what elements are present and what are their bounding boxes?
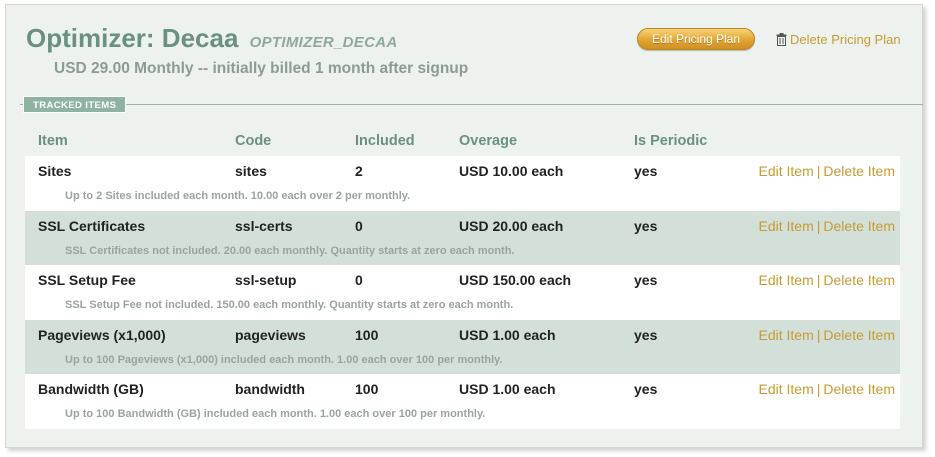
item-name: SSL Setup Fee [38,272,136,289]
plan-name: Optimizer: Decaa [26,23,239,53]
item-actions: Edit Item | Delete Item [759,327,895,343]
item-included: 100 [355,326,379,343]
item-name: Bandwidth (GB) [38,381,144,398]
item-actions: Edit Item | Delete Item [759,218,895,234]
table-row: Sites sites 2 USD 10.00 each yes Edit It… [25,156,900,211]
delete-item-link[interactable]: Delete Item [823,163,895,179]
edit-pricing-plan-button[interactable]: Edit Pricing Plan [637,28,755,50]
item-actions: Edit Item | Delete Item [759,381,895,397]
header-included: Included [355,133,415,149]
plan-code: OPTIMIZER_DECAA [249,34,398,51]
item-code: bandwidth [235,381,305,398]
item-overage: USD 20.00 each [459,217,564,234]
action-separator: | [816,272,821,289]
header-code: Code [235,133,272,149]
edit-item-link[interactable]: Edit Item [759,163,814,179]
item-actions: Edit Item | Delete Item [759,163,895,179]
edit-item-link[interactable]: Edit Item [759,218,814,234]
item-description: Up to 100 Pageviews (x1,000) included ea… [65,353,503,366]
item-actions: Edit Item | Delete Item [759,272,895,288]
delete-item-link[interactable]: Delete Item [823,381,895,397]
plan-subtitle: USD 29.00 Monthly -- initially billed 1 … [54,60,469,77]
item-overage: USD 1.00 each [459,326,556,343]
item-description: SSL Setup Fee not included. 150.00 each … [65,299,514,312]
item-code: sites [235,163,267,179]
delete-item-link[interactable]: Delete Item [823,327,895,343]
item-name: Sites [38,163,72,179]
plan-title: Optimizer: Decaa OPTIMIZER_DECAA [26,23,397,54]
item-overage: USD 150.00 each [459,272,572,289]
item-is-periodic: yes [634,272,658,289]
table-header: Item Code Included Overage Is Periodic [25,131,900,156]
item-is-periodic: yes [634,326,658,343]
action-separator: | [816,381,821,398]
header-is-periodic: Is Periodic [634,133,708,149]
item-name: Pageviews (x1,000) [38,326,166,343]
item-name: SSL Certificates [38,217,146,234]
delete-item-link[interactable]: Delete Item [823,218,895,234]
item-code: ssl-certs [235,217,293,234]
item-is-periodic: yes [634,217,658,234]
action-separator: | [816,217,821,234]
item-description: SSL Certificates not included. 20.00 eac… [65,244,515,257]
item-code: pageviews [235,326,306,343]
item-description: Up to 2 Sites included each month. 10.00… [65,190,411,202]
edit-item-link[interactable]: Edit Item [759,381,814,397]
section-divider [20,104,923,105]
item-is-periodic: yes [634,163,658,179]
item-overage: USD 1.00 each [459,381,556,398]
delete-pricing-plan-link[interactable]: Delete Pricing Plan [776,32,901,49]
section-label-tracked-items: TRACKED ITEMS [23,96,127,113]
item-overage: USD 10.00 each [459,163,564,179]
header-item: Item [38,133,68,149]
pricing-plan-panel: Optimizer: Decaa OPTIMIZER_DECAA USD 29.… [5,4,923,448]
table-row: Pageviews (x1,000) pageviews 100 USD 1.0… [25,319,900,375]
trash-icon [776,33,787,49]
action-separator: | [816,326,821,343]
delete-item-link[interactable]: Delete Item [823,272,895,288]
delete-pricing-plan-label: Delete Pricing Plan [790,32,901,47]
item-is-periodic: yes [634,381,658,398]
item-included: 2 [355,163,363,179]
item-included: 100 [355,381,379,398]
item-included: 0 [355,217,363,234]
table-row: Bandwidth (GB) bandwidth 100 USD 1.00 ea… [25,374,900,429]
tracked-items-table: Item Code Included Overage Is Periodic S… [25,131,900,429]
item-description: Up to 100 Bandwidth (GB) included each m… [65,408,486,421]
item-code: ssl-setup [235,272,297,289]
edit-item-link[interactable]: Edit Item [759,272,814,288]
edit-item-link[interactable]: Edit Item [759,327,814,343]
action-separator: | [816,163,821,179]
table-row: SSL Certificates ssl-certs 0 USD 20.00 e… [25,210,900,266]
header-overage: Overage [459,133,518,149]
table-row: SSL Setup Fee ssl-setup 0 USD 150.00 eac… [25,265,900,320]
item-included: 0 [355,272,363,289]
